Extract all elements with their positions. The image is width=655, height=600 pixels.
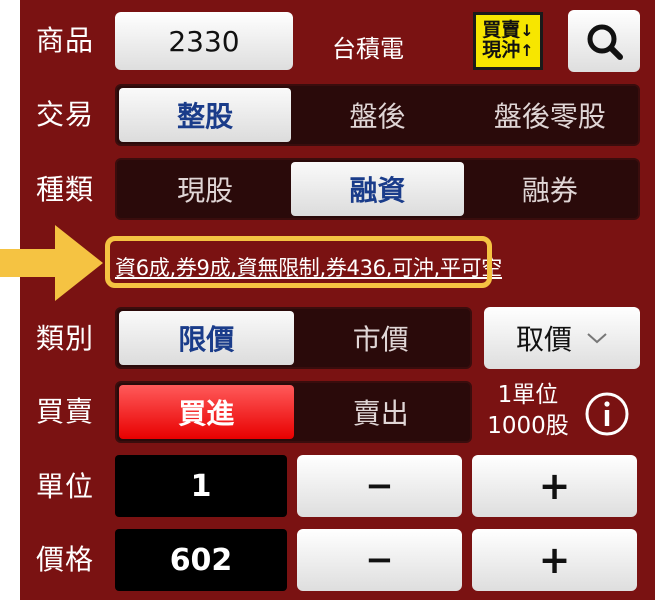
stock-code-field[interactable]: 2330 xyxy=(115,12,293,70)
arrow-up-icon: ↑ xyxy=(520,40,534,60)
stock-name: 台積電 xyxy=(332,35,404,63)
units-input[interactable]: 1 xyxy=(115,455,287,517)
badge-bottom-label: 現沖 xyxy=(482,39,521,61)
category-option-market[interactable]: 市價 xyxy=(294,311,469,365)
kind-option-cash[interactable]: 現股 xyxy=(119,162,291,216)
unit-info-line2: 1000股 xyxy=(487,413,569,439)
side-label: 買賣 xyxy=(36,395,95,428)
kind-selector: 現股 融資 融券 xyxy=(115,158,640,220)
category-label: 類別 xyxy=(36,322,95,355)
price-label: 價格 xyxy=(36,543,95,576)
trade-option-board-lot[interactable]: 整股 xyxy=(119,88,292,142)
units-label: 單位 xyxy=(36,470,95,503)
trade-option-after-hours-odd-lot[interactable]: 盤後零股 xyxy=(464,88,636,142)
price-increment-button[interactable]: + xyxy=(472,529,637,591)
chevron-down-icon xyxy=(587,333,607,344)
day-trade-badge[interactable]: 買賣 ↓ 現沖 ↑ xyxy=(473,12,543,70)
search-button[interactable] xyxy=(568,10,640,72)
category-option-limit[interactable]: 限價 xyxy=(119,311,294,365)
price-input[interactable]: 602 xyxy=(115,529,287,591)
price-source-dropdown[interactable]: 取價 xyxy=(484,307,640,369)
kind-label: 種類 xyxy=(36,173,95,206)
product-label: 商品 xyxy=(36,24,95,57)
trade-option-after-hours[interactable]: 盤後 xyxy=(291,88,463,142)
info-icon[interactable] xyxy=(583,390,631,438)
dropdown-label: 取價 xyxy=(515,323,572,356)
side-option-sell[interactable]: 賣出 xyxy=(294,385,469,439)
side-selector: 買進 賣出 xyxy=(115,381,472,443)
unit-info: 1單位 1000股 xyxy=(478,380,578,442)
info-highlight-box xyxy=(105,236,492,288)
kind-option-margin[interactable]: 融資 xyxy=(291,162,464,216)
price-decrement-button[interactable]: − xyxy=(297,529,462,591)
unit-info-line1: 1單位 xyxy=(497,382,559,408)
arrow-down-icon: ↓ xyxy=(520,20,534,40)
units-decrement-button[interactable]: − xyxy=(297,455,462,517)
annotation-arrow-icon xyxy=(0,225,103,301)
side-option-buy[interactable]: 買進 xyxy=(119,385,294,439)
units-increment-button[interactable]: + xyxy=(472,455,637,517)
kind-option-short[interactable]: 融券 xyxy=(464,162,636,216)
badge-top-label: 買賣 xyxy=(482,19,521,42)
search-icon xyxy=(587,24,623,60)
trade-label: 交易 xyxy=(36,98,95,131)
trade-type-selector: 整股 盤後 盤後零股 xyxy=(115,84,640,146)
category-selector: 限價 市價 xyxy=(115,307,472,369)
